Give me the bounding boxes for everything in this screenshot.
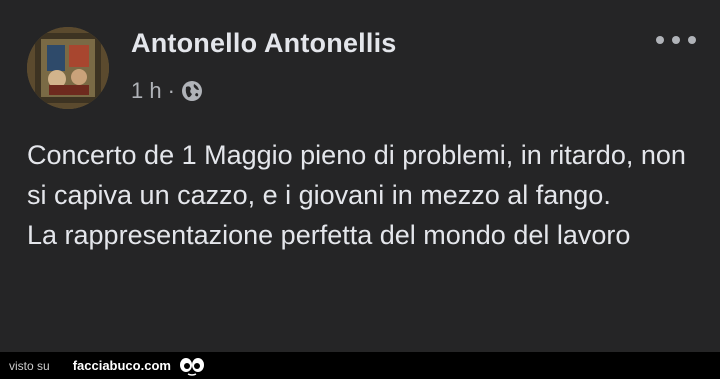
author-name[interactable]: Antonello Antonellis — [131, 28, 396, 59]
eyes-icon — [177, 356, 207, 376]
facebook-post: Antonello Antonellis 1 h · Concerto de 1… — [0, 0, 720, 352]
dot — [656, 36, 664, 44]
globe-icon — [181, 80, 203, 102]
more-options-icon[interactable] — [656, 30, 696, 50]
avatar-image — [27, 27, 109, 109]
post-text: Concerto de 1 Maggio pieno di problemi, … — [27, 140, 686, 250]
dot — [672, 36, 680, 44]
meta-separator: · — [167, 78, 175, 103]
post-time[interactable]: 1 h — [131, 78, 162, 104]
dot — [688, 36, 696, 44]
post-meta: 1 h · — [131, 78, 203, 104]
site-name[interactable]: facciabuco.com — [73, 358, 171, 373]
avatar[interactable] — [27, 27, 109, 109]
visto-su-label: visto su — [9, 358, 50, 373]
watermark-bar: visto su facciabuco.com — [0, 352, 720, 379]
